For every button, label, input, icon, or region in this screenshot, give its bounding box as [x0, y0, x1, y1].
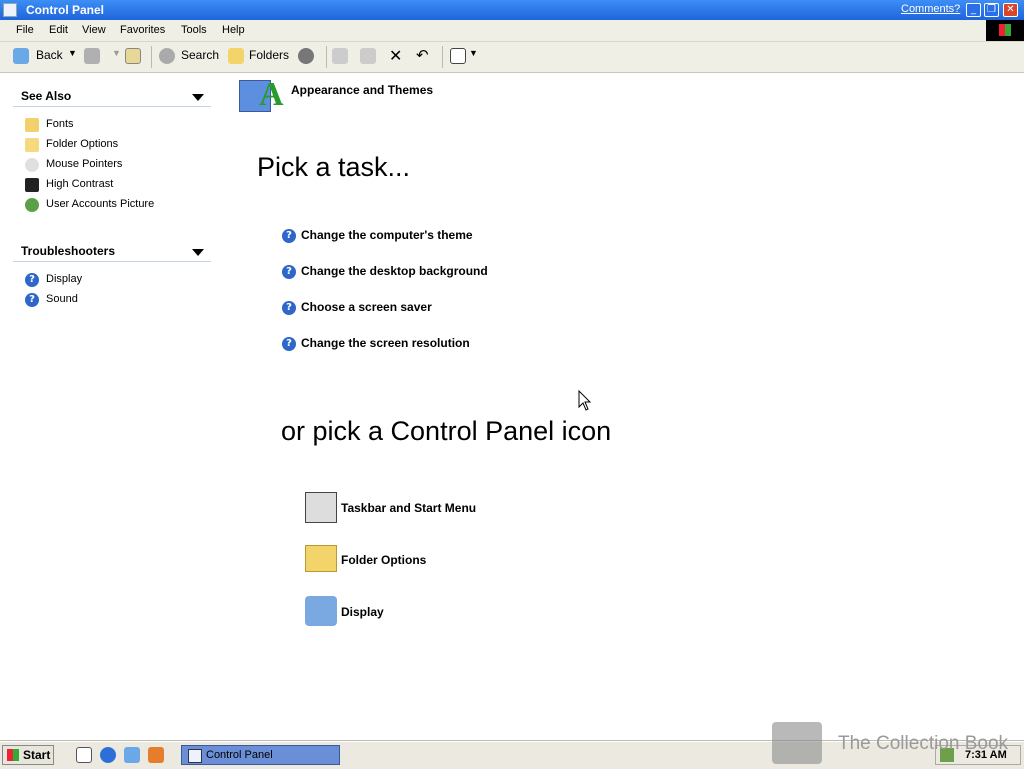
copy-to-icon[interactable] [360, 48, 376, 64]
collapse-troubleshooters-icon[interactable] [192, 249, 204, 256]
minimize-button[interactable]: _ [966, 3, 981, 17]
menu-favorites[interactable]: Favorites [120, 24, 165, 36]
task-arrow-icon: ? [282, 229, 296, 243]
back-arrow-icon[interactable] [13, 48, 29, 64]
high-contrast-icon [25, 178, 39, 192]
see-also-heading: See Also [21, 89, 72, 103]
start-label: Start [23, 748, 51, 762]
task-change-desktop-background[interactable]: Change the desktop background [301, 264, 488, 278]
forward-dropdown-icon[interactable]: ▼ [112, 48, 121, 58]
task-change-theme[interactable]: Change the computer's theme [301, 228, 473, 242]
troubleshooters-heading: Troubleshooters [21, 244, 116, 258]
help-icon: ? [25, 273, 39, 287]
media-player-icon[interactable] [148, 747, 164, 763]
back-button[interactable]: Back [36, 48, 63, 62]
mouse-cursor-icon [578, 390, 592, 411]
help-icon: ? [25, 293, 39, 307]
cp-icon-taskbar-start-menu[interactable]: Taskbar and Start Menu [341, 501, 476, 515]
history-icon[interactable] [298, 48, 314, 64]
windows-logo-icon [986, 20, 1024, 41]
cp-icon-folder-options[interactable]: Folder Options [341, 553, 426, 567]
menu-edit[interactable]: Edit [49, 24, 68, 36]
show-desktop-icon[interactable] [76, 747, 92, 763]
task-arrow-icon: ? [282, 265, 296, 279]
folder-options-icon [25, 138, 39, 152]
fonts-icon [25, 118, 39, 132]
menu-tools[interactable]: Tools [181, 24, 207, 36]
menu-help[interactable]: Help [222, 24, 245, 36]
toolbar: Back ▼ ▼ Search Folders ✕ ↶ ▼ [0, 42, 1024, 73]
task-choose-screen-saver[interactable]: Choose a screen saver [301, 300, 432, 314]
see-also-link-mouse-pointers[interactable]: Mouse Pointers [46, 158, 122, 170]
move-to-icon[interactable] [332, 48, 348, 64]
comments-link[interactable]: Comments? [901, 3, 960, 15]
up-folder-icon[interactable] [125, 48, 141, 64]
menu-view[interactable]: View [82, 24, 106, 36]
window-title: Control Panel [26, 3, 105, 17]
close-button[interactable]: ✕ [1003, 3, 1018, 17]
left-pane: See Also Fonts Folder Options Mouse Poin… [0, 73, 225, 738]
see-also-link-high-contrast[interactable]: High Contrast [46, 178, 113, 190]
cp-icon-display[interactable]: Display [341, 605, 384, 619]
taskbar-button-control-panel[interactable]: Control Panel [181, 745, 340, 765]
menu-file[interactable]: File [16, 24, 34, 36]
appearance-themes-icon: A [239, 76, 285, 120]
task-arrow-icon: ? [282, 337, 296, 351]
see-also-link-fonts[interactable]: Fonts [46, 118, 74, 130]
taskbar-button-label: Control Panel [206, 749, 273, 761]
views-dropdown-icon[interactable]: ▼ [469, 48, 478, 58]
pick-icon-heading: or pick a Control Panel icon [281, 416, 612, 446]
book-icon [772, 722, 822, 764]
search-icon[interactable] [159, 48, 175, 64]
see-also-link-user-accounts-picture[interactable]: User Accounts Picture [46, 198, 154, 210]
folders-icon[interactable] [228, 48, 244, 64]
see-also-link-folder-options[interactable]: Folder Options [46, 138, 118, 150]
category-title: Appearance and Themes [291, 83, 434, 97]
taskbar-start-menu-icon[interactable] [305, 492, 337, 523]
forward-arrow-icon[interactable] [84, 48, 100, 64]
views-icon[interactable] [450, 48, 466, 64]
display-icon[interactable] [305, 596, 337, 626]
watermark: The Collection Book [838, 733, 1009, 754]
title-bar: Control Panel Comments? _ ❐ ✕ [0, 0, 1024, 20]
folder-options-icon[interactable] [305, 545, 337, 572]
network-icon[interactable] [124, 747, 140, 763]
restore-button[interactable]: ❐ [984, 3, 999, 17]
search-button[interactable]: Search [181, 48, 219, 62]
control-panel-icon [3, 3, 17, 17]
task-arrow-icon: ? [282, 301, 296, 315]
troubleshooter-link-display[interactable]: Display [46, 273, 82, 285]
mouse-icon [25, 158, 39, 172]
control-panel-icon [188, 749, 202, 763]
start-button[interactable]: Start [2, 745, 54, 765]
user-icon [25, 198, 39, 212]
back-dropdown-icon[interactable]: ▼ [68, 48, 77, 58]
menu-bar: File Edit View Favorites Tools Help [0, 20, 1024, 42]
pick-task-heading: Pick a task... [257, 152, 411, 182]
folders-button[interactable]: Folders [249, 48, 289, 62]
collapse-see-also-icon[interactable] [192, 94, 204, 101]
windows-logo-icon [7, 749, 19, 761]
delete-icon[interactable]: ✕ [389, 46, 402, 66]
undo-icon[interactable]: ↶ [416, 46, 429, 64]
internet-explorer-icon[interactable] [100, 747, 116, 763]
task-change-screen-resolution[interactable]: Change the screen resolution [301, 336, 470, 350]
troubleshooter-link-sound[interactable]: Sound [46, 293, 78, 305]
